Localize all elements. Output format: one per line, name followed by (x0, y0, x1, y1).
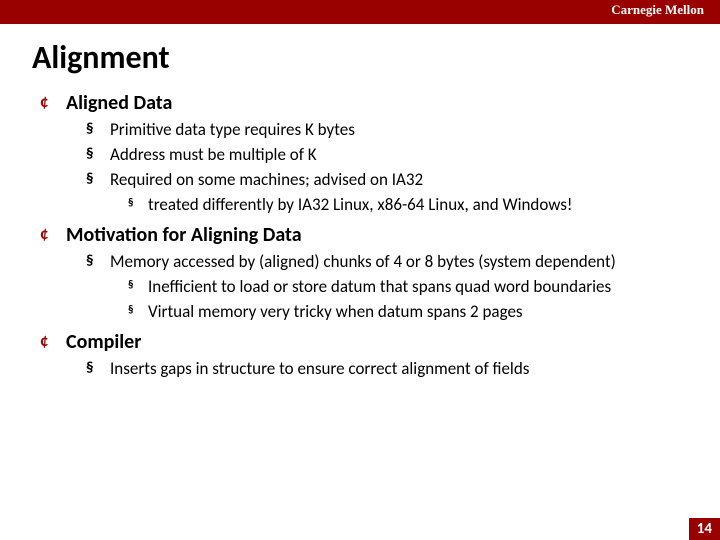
bullet-text: Inserts gaps in structure to ensure corr… (110, 358, 529, 379)
section-items: Memory accessed by (aligned) chunks of 4… (66, 251, 688, 324)
sub-bullet-item: treated differently by IA32 Linux, x86-6… (128, 194, 688, 217)
sub-items: treated differently by IA32 Linux, x86-6… (110, 194, 688, 217)
sub-bullet-text: treated differently by IA32 Linux, x86-6… (148, 194, 572, 215)
slide-title: Alignment (0, 24, 720, 87)
header-banner: Carnegie Mellon (0, 0, 720, 24)
sub-bullet-item: Inefficient to load or store datum that … (128, 276, 688, 299)
bullet-text: Memory accessed by (aligned) chunks of 4… (110, 251, 616, 272)
sub-bullet-item: Virtual memory very tricky when datum sp… (128, 301, 688, 324)
slide-content: Aligned Data Primitive data type require… (0, 87, 720, 381)
section: Motivation for Aligning Data Memory acce… (32, 223, 688, 324)
sub-bullet-text: Inefficient to load or store datum that … (148, 276, 611, 297)
bullet-text: Required on some machines; advised on IA… (110, 169, 423, 190)
bullet-text: Address must be multiple of K (110, 144, 317, 165)
page-number: 14 (689, 518, 720, 540)
bullet-item: Required on some machines; advised on IA… (86, 169, 688, 217)
section-heading: Aligned Data (66, 91, 172, 115)
bullet-item: Primitive data type requires K bytes (86, 119, 688, 142)
section-heading: Motivation for Aligning Data (66, 223, 302, 247)
section-items: Primitive data type requires K bytes Add… (66, 119, 688, 217)
sub-bullet-text: Virtual memory very tricky when datum sp… (148, 301, 523, 322)
section-heading: Compiler (66, 330, 141, 354)
bullet-item: Memory accessed by (aligned) chunks of 4… (86, 251, 688, 324)
section: Aligned Data Primitive data type require… (32, 91, 688, 217)
bullet-text: Primitive data type requires K bytes (110, 119, 355, 140)
institution-label: Carnegie Mellon (611, 2, 704, 18)
sub-items: Inefficient to load or store datum that … (110, 276, 688, 324)
bullet-item: Inserts gaps in structure to ensure corr… (86, 358, 688, 381)
bullet-item: Address must be multiple of K (86, 144, 688, 167)
outline-list: Aligned Data Primitive data type require… (32, 91, 688, 381)
section: Compiler Inserts gaps in structure to en… (32, 330, 688, 381)
section-items: Inserts gaps in structure to ensure corr… (66, 358, 688, 381)
